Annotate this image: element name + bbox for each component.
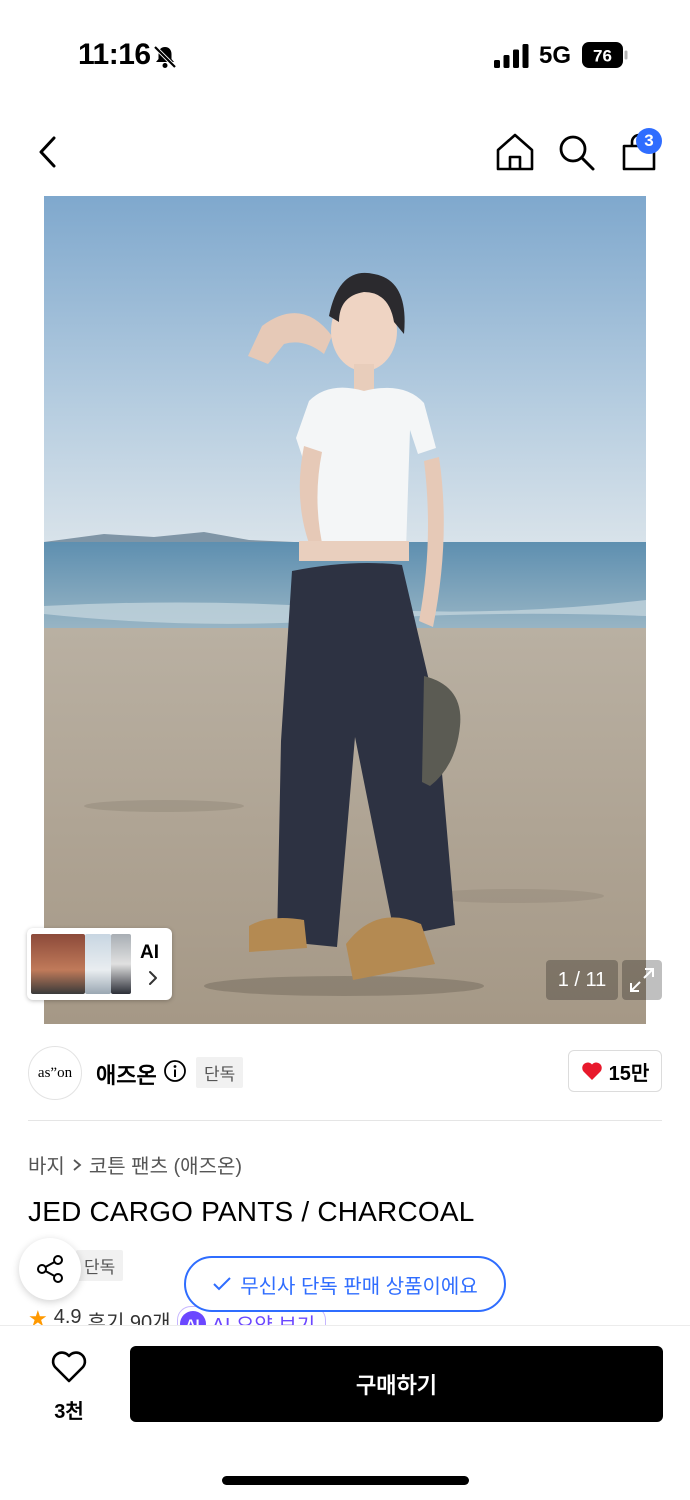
signal-icon (494, 44, 529, 68)
share-icon (37, 1255, 63, 1283)
battery-icon: 76 (582, 42, 628, 68)
product-title: JED CARGO PANTS / CHARCOAL (28, 1196, 475, 1227)
share-button[interactable] (19, 1238, 81, 1300)
brand-logo[interactable]: as”on (28, 1046, 82, 1100)
thumbnail-image (31, 934, 85, 994)
battery-level: 76 (593, 47, 612, 66)
check-icon (213, 1277, 231, 1291)
breadcrumb-category[interactable]: 바지 (28, 1150, 65, 1179)
brand-like-count: 15만 (608, 1062, 650, 1085)
product-exclusive-tag: 단독 (76, 1250, 124, 1281)
brand-name[interactable]: 애즈온 (96, 1058, 157, 1090)
image-counter: 1 / 11 (546, 960, 618, 1000)
chevron-right-icon (73, 1158, 82, 1171)
brand-row: as”on 애즈온 단독 15만 (0, 1042, 690, 1106)
status-bar: 11:16 5G 76 (0, 0, 690, 110)
home-indicator (222, 1476, 469, 1485)
product-photo (44, 196, 646, 1024)
network-label: 5G (539, 42, 572, 69)
heart-outline-icon (51, 1351, 87, 1383)
info-icon[interactable] (163, 1059, 187, 1083)
breadcrumb: 바지 코튼 팬츠 (애즈온) (28, 1150, 242, 1179)
wishlist-count: 3천 (54, 1401, 84, 1423)
toast-message: 무신사 단독 판매 상품이에요 (240, 1275, 478, 1298)
expand-icon (630, 968, 654, 992)
heart-filled-icon (581, 1062, 602, 1080)
product-image[interactable] (44, 196, 646, 1024)
search-icon[interactable] (556, 132, 596, 172)
ai-thumbnail-strip[interactable]: AI (27, 928, 172, 1000)
chevron-right-icon (149, 971, 157, 985)
wishlist-button[interactable]: 3천 (44, 1350, 94, 1424)
back-icon[interactable] (30, 130, 70, 174)
expand-button[interactable] (622, 960, 662, 1000)
thumbnail-image (111, 934, 131, 994)
bottom-action-bar: 3천 구매하기 (0, 1325, 690, 1500)
cart-count-badge: 3 (636, 128, 662, 154)
bell-slash-icon (153, 45, 177, 69)
home-icon[interactable] (494, 132, 536, 172)
exclusive-toast: 무신사 단독 판매 상품이에요 (184, 1256, 506, 1312)
exclusive-tag: 단독 (196, 1057, 244, 1088)
status-time: 11:16 (78, 38, 151, 71)
thumbnail-image (85, 934, 111, 994)
top-nav: 3 (0, 120, 690, 184)
ai-label: AI (140, 942, 159, 963)
brand-like-button[interactable]: 15만 (568, 1050, 662, 1092)
divider (28, 1120, 662, 1121)
breadcrumb-subcategory[interactable]: 코튼 팬츠 (애즈온) (89, 1150, 242, 1179)
buy-button[interactable]: 구매하기 (130, 1346, 663, 1422)
